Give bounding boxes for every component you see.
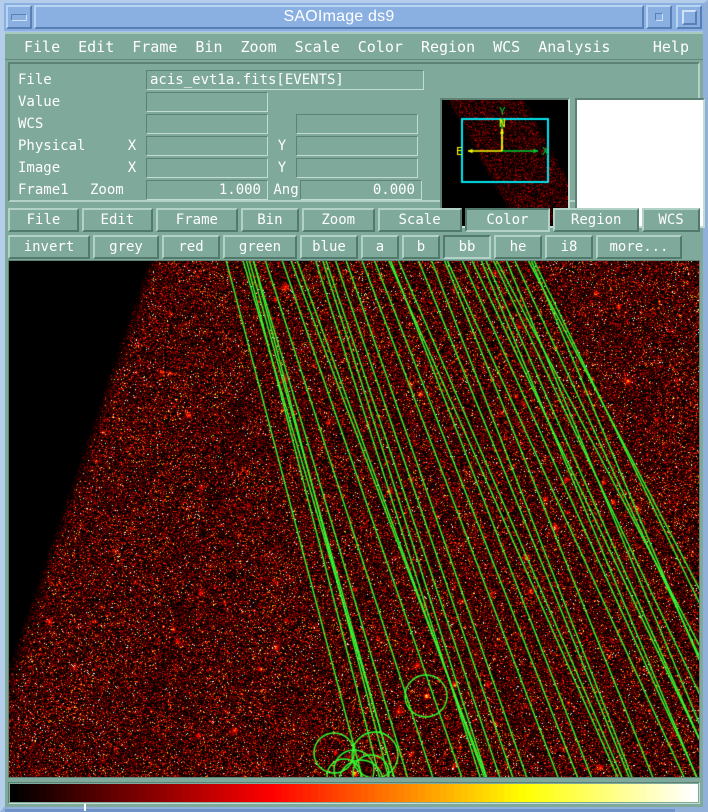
info-value-value[interactable]	[146, 92, 268, 112]
image-display-area[interactable]	[8, 260, 700, 778]
info-value-wcs-x[interactable]	[146, 114, 268, 134]
info-value-wcs-y[interactable]	[296, 114, 418, 134]
main-button-frame[interactable]: Frame	[155, 208, 238, 232]
menu-item-file[interactable]: File	[15, 36, 69, 58]
info-panel: File acis_evt1a.fits[EVENTS] Value WCS P…	[14, 66, 439, 202]
info-row-value: Value	[18, 91, 435, 113]
info-label-wcs: WCS	[18, 116, 44, 132]
colormap-button-more[interactable]: more...	[596, 235, 682, 259]
info-label-zoom: Zoom	[90, 182, 124, 198]
window-minimize-button[interactable]	[6, 5, 32, 29]
menu-item-bin[interactable]: Bin	[186, 36, 231, 58]
main-button-bin[interactable]: Bin	[240, 208, 299, 232]
info-label-image: Image	[18, 160, 61, 176]
menu-item-edit[interactable]: Edit	[69, 36, 123, 58]
ds9-main-panel: File Edit Frame Bin Zoom Scale Color Region WCS A…	[5, 32, 705, 807]
menu-bar: File Edit Frame Bin Zoom Scale Color Region WCS A…	[5, 32, 703, 60]
info-label-ang: Ang	[273, 182, 299, 198]
button-bar-colormap: invert grey red green blue a b bb he i8 more...	[8, 235, 700, 259]
colorbar-canvas[interactable]	[10, 784, 698, 802]
colorbar[interactable]	[8, 782, 700, 804]
info-value-physical-y[interactable]	[296, 136, 418, 156]
maximize-icon	[681, 9, 697, 25]
info-label-physical: Physical	[18, 138, 86, 154]
info-label-image-y: Y	[277, 160, 287, 176]
window-maximize-button[interactable]	[676, 5, 702, 29]
main-button-file[interactable]: File	[8, 208, 79, 232]
colormap-button-bb[interactable]: bb	[443, 235, 491, 259]
main-button-wcs[interactable]: WCS	[642, 208, 700, 232]
info-value-image-y[interactable]	[296, 158, 418, 178]
info-label-image-x: X	[127, 160, 137, 176]
info-value-ang[interactable]: 0.000	[300, 180, 422, 200]
info-label-value: Value	[18, 94, 61, 110]
main-button-zoom[interactable]: Zoom	[301, 208, 375, 232]
info-value-zoom[interactable]: 1.000	[146, 180, 268, 200]
colormap-button-he[interactable]: he	[494, 235, 542, 259]
main-button-region[interactable]: Region	[553, 208, 640, 232]
info-label-physical-y: Y	[277, 138, 287, 154]
window-title: SAOImage ds9	[34, 5, 644, 29]
title-bar: SAOImage ds9	[4, 3, 704, 31]
image-canvas[interactable]	[9, 261, 699, 777]
menu-item-analysis[interactable]: Analysis	[529, 36, 619, 58]
colormap-button-green[interactable]: green	[223, 235, 297, 259]
iconify-icon	[655, 13, 663, 21]
info-value-physical-x[interactable]	[146, 136, 268, 156]
menu-item-wcs[interactable]: WCS	[484, 36, 529, 58]
info-value-file[interactable]: acis_evt1a.fits[EVENTS]	[146, 70, 424, 90]
colormap-button-invert[interactable]: invert	[8, 235, 90, 259]
minimize-icon	[11, 13, 27, 21]
colormap-button-blue[interactable]: blue	[300, 235, 358, 259]
main-button-edit[interactable]: Edit	[81, 208, 153, 232]
main-button-scale[interactable]: Scale	[377, 208, 462, 232]
button-bar-main: File Edit Frame Bin Zoom Scale Color Region WCS	[8, 208, 700, 232]
menu-item-color[interactable]: Color	[349, 36, 412, 58]
info-label-frame: Frame1	[18, 182, 69, 198]
menu-item-scale[interactable]: Scale	[286, 36, 349, 58]
menu-item-zoom[interactable]: Zoom	[232, 36, 286, 58]
info-label-physical-x: X	[127, 138, 137, 154]
colormap-button-red[interactable]: red	[162, 235, 220, 259]
main-button-color[interactable]: Color	[464, 208, 551, 232]
info-value-image-x[interactable]	[146, 158, 268, 178]
info-row-image: Image X Y	[18, 157, 435, 179]
info-row-physical: Physical X Y	[18, 135, 435, 157]
window-resize-handle[interactable]	[84, 804, 86, 811]
window-iconify-button[interactable]	[646, 5, 672, 29]
menu-item-frame[interactable]: Frame	[123, 36, 186, 58]
menu-item-help[interactable]: Help	[644, 36, 703, 58]
menu-item-region[interactable]: Region	[412, 36, 484, 58]
info-row-wcs: WCS	[18, 113, 435, 135]
colormap-button-grey[interactable]: grey	[93, 235, 159, 259]
info-row-file: File acis_evt1a.fits[EVENTS]	[18, 69, 435, 91]
colormap-button-a[interactable]: a	[361, 235, 399, 259]
info-row-frame: Frame1 Zoom 1.000 Ang 0.000	[18, 179, 435, 201]
info-label-file: File	[18, 72, 52, 88]
colormap-button-b[interactable]: b	[402, 235, 440, 259]
colormap-button-i8[interactable]: i8	[545, 235, 593, 259]
ds9-window: SAOImage ds9 File Edit Frame Bin Zoom Scale Co…	[0, 0, 708, 812]
